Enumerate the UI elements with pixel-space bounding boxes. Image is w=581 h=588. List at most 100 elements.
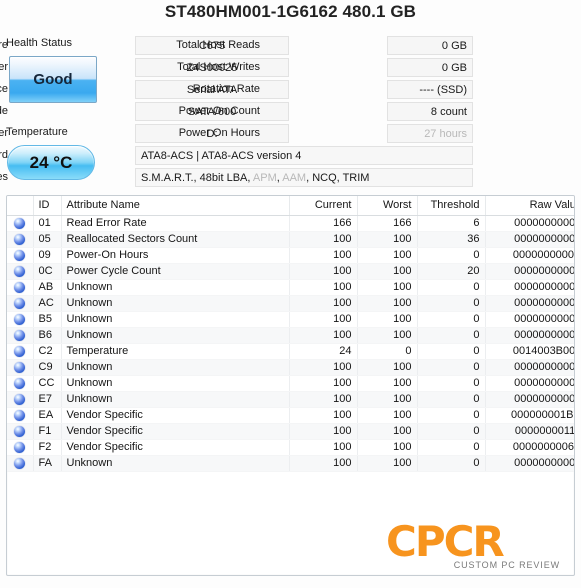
column-header-threshold[interactable]: Threshold — [417, 196, 486, 216]
feature-token: S.M.A.R.T., 48bit LBA, — [141, 172, 253, 184]
attribute-worst: 100 — [357, 407, 418, 424]
drive-info-wide-label: Standard — [0, 149, 8, 161]
table-row[interactable]: 0CPower Cycle Count10010020000000000008 — [7, 263, 574, 280]
attribute-current: 24 — [289, 343, 358, 360]
attribute-id: B5 — [33, 311, 62, 328]
attribute-id: C2 — [33, 343, 62, 360]
status-sphere-icon — [7, 327, 34, 344]
attribute-id: F1 — [33, 423, 62, 440]
attribute-threshold: 36 — [417, 231, 486, 248]
drive-info-right-value[interactable]: 0 GB — [387, 36, 473, 55]
attribute-name: Unknown — [61, 359, 290, 376]
status-sphere-blue-icon — [14, 313, 26, 325]
drive-info-right-label: Rotation Rate — [192, 83, 260, 95]
status-sphere-icon — [7, 263, 34, 280]
drive-info-right-value[interactable]: 27 hours — [387, 124, 473, 143]
attribute-raw-value: 000000001B7D — [485, 407, 574, 424]
status-sphere-icon — [7, 343, 34, 360]
attribute-current: 100 — [289, 247, 358, 264]
status-sphere-blue-icon — [14, 345, 26, 357]
status-sphere-icon — [7, 359, 34, 376]
table-row[interactable]: B6Unknown1001000000000000000 — [7, 327, 574, 344]
temperature-label: Temperature — [6, 126, 68, 138]
table-row[interactable]: F1Vendor Specific1001000000000001190 — [7, 423, 574, 440]
status-sphere-blue-icon — [14, 441, 26, 453]
table-row[interactable]: B5Unknown1001000000000000000 — [7, 311, 574, 328]
table-row[interactable]: 01Read Error Rate1661666000000000000 — [7, 215, 574, 232]
drive-info-wide-value[interactable]: ATA8-ACS | ATA8-ACS version 4 — [135, 146, 473, 165]
attribute-raw-value: 000000000000 — [485, 215, 574, 232]
attribute-id: 05 — [33, 231, 62, 248]
status-sphere-blue-icon — [14, 377, 26, 389]
column-header-current[interactable]: Current — [289, 196, 358, 216]
attribute-threshold: 20 — [417, 263, 486, 280]
attribute-worst: 100 — [357, 359, 418, 376]
table-row[interactable]: F2Vendor Specific100100000000000064A — [7, 439, 574, 456]
attribute-raw-value: 000000000000 — [485, 327, 574, 344]
attribute-name: Unknown — [61, 295, 290, 312]
column-header-status[interactable] — [7, 196, 34, 216]
attribute-threshold: 0 — [417, 375, 486, 392]
attribute-threshold: 0 — [417, 439, 486, 456]
drive-info-right-value[interactable]: 8 count — [387, 102, 473, 121]
attribute-worst: 100 — [357, 423, 418, 440]
table-row[interactable]: ACUnknown1001000000000000000 — [7, 295, 574, 312]
column-header-raw-values[interactable]: Raw Values — [485, 196, 574, 216]
attribute-current: 100 — [289, 407, 358, 424]
drive-info-wide-value[interactable]: S.M.A.R.T., 48bit LBA, APM, AAM, NCQ, TR… — [135, 168, 473, 187]
attribute-threshold: 0 — [417, 295, 486, 312]
attribute-current: 100 — [289, 295, 358, 312]
health-status-badge[interactable]: Good — [9, 56, 97, 103]
table-row[interactable]: 09Power-On Hours100100000000000001B — [7, 247, 574, 264]
table-row[interactable]: C2Temperature24000014003B0018 — [7, 343, 574, 360]
attribute-name: Reallocated Sectors Count — [61, 231, 290, 248]
attribute-worst: 100 — [357, 231, 418, 248]
drive-info-right-value[interactable]: 0 GB — [387, 58, 473, 77]
status-sphere-icon — [7, 439, 34, 456]
status-sphere-blue-icon — [14, 249, 26, 261]
attribute-raw-value: 0014003B0018 — [485, 343, 574, 360]
attribute-current: 100 — [289, 375, 358, 392]
status-sphere-blue-icon — [14, 425, 26, 437]
attribute-name: Power Cycle Count — [61, 263, 290, 280]
attribute-worst: 100 — [357, 279, 418, 296]
attribute-raw-value: 000000000000 — [485, 375, 574, 392]
table-row[interactable]: ABUnknown1001000000000000000 — [7, 279, 574, 296]
table-row[interactable]: CCUnknown1001000000000000000 — [7, 375, 574, 392]
status-sphere-icon — [7, 423, 34, 440]
table-row[interactable]: 05 Reallocated Sectors Count 100 100 36 00000… — [7, 231, 574, 248]
table-row[interactable]: E7Unknown1001000000000000000 — [7, 391, 574, 408]
status-sphere-blue-icon — [14, 297, 26, 309]
drive-info-right-label: Power On Count — [178, 105, 260, 117]
drive-info-left-label: Interface — [0, 83, 8, 95]
temperature-badge[interactable]: 24 °C — [7, 145, 95, 180]
attribute-id: E7 — [33, 391, 62, 408]
drive-info-left-label: Firmware — [0, 39, 8, 51]
attribute-worst: 100 — [357, 247, 418, 264]
drive-info-left-label: Serial Number — [0, 61, 8, 73]
table-row[interactable]: FAUnknown1001000000000000000 — [7, 455, 574, 472]
feature-token: APM — [252, 172, 277, 184]
attribute-current: 100 — [289, 391, 358, 408]
status-sphere-icon — [7, 391, 34, 408]
table-row[interactable]: C9Unknown1001000000000000000 — [7, 359, 574, 376]
attribute-current: 100 — [289, 327, 358, 344]
attribute-threshold: 0 — [417, 455, 486, 472]
attribute-name: Power-On Hours — [61, 247, 290, 264]
attribute-name: Unknown — [61, 327, 290, 344]
column-header-id[interactable]: ID — [33, 196, 62, 216]
health-status-value: Good — [33, 71, 73, 88]
column-header-worst[interactable]: Worst — [357, 196, 418, 216]
attribute-name: Unknown — [61, 311, 290, 328]
status-sphere-icon — [7, 455, 34, 472]
attribute-raw-value: 00000000001B — [485, 247, 574, 264]
attribute-worst: 100 — [357, 455, 418, 472]
smart-attributes-panel[interactable]: ID Attribute Name Current Worst Threshol… — [6, 195, 575, 576]
drive-info-right-value[interactable]: ---- (SSD) — [387, 80, 473, 99]
attribute-worst: 0 — [357, 343, 418, 360]
table-row[interactable]: EAVendor Specific1001000000000001B7D — [7, 407, 574, 424]
attribute-threshold: 0 — [417, 247, 486, 264]
attribute-id: CC — [33, 375, 62, 392]
attribute-raw-value: 000000001190 — [485, 423, 574, 440]
column-header-attribute-name[interactable]: Attribute Name — [61, 196, 290, 216]
